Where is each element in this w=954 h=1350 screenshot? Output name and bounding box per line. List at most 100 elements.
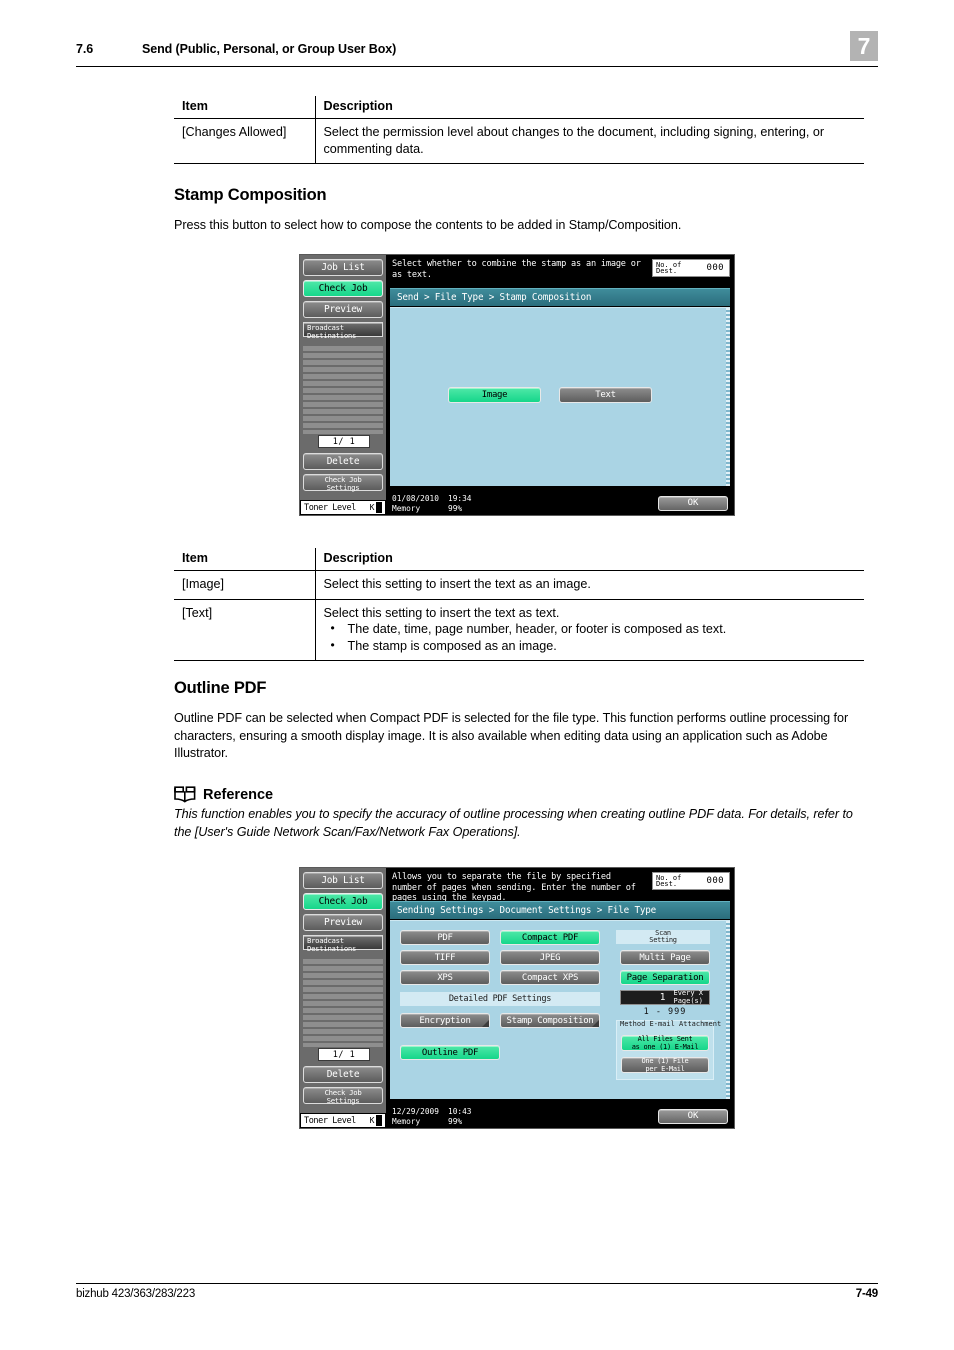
panel2-message-text: Allows you to separate the file by speci… [392,872,636,903]
panel2-multi-page-button[interactable]: Multi Page [620,950,710,965]
table2-header-description: Description [315,548,864,571]
footer-divider [76,1283,878,1284]
table1-row0-description: Select the permission level about change… [315,118,864,164]
table2-row1-description-cell: Select this setting to insert the text a… [315,599,864,661]
footer-page-number: 7-49 [855,1288,878,1300]
panel1-message-text: Select whether to combine the stamp as a… [392,259,641,280]
panel1-destination-list[interactable] [303,346,383,434]
table2-row1-bullets: The date, time, page number, header, or … [324,620,865,655]
panel2-xps-button[interactable]: XPS [400,970,490,985]
panel1-dest-value: 000 [706,263,724,273]
outline-pdf-section: Outline PDF [174,679,864,698]
table-row: [Text] Select this setting to insert the… [174,599,864,661]
panel2-toner-label: Toner Level [304,1115,356,1126]
panel2-status-time: 10:43 [448,1107,472,1116]
panel2-outline-pdf-button[interactable]: Outline PDF [400,1045,500,1060]
panel2-toner-bar [376,1115,382,1126]
table-image-text: Item Description [Image] Select this set… [174,548,864,661]
panel2-job-list-button[interactable]: Job List [303,872,383,889]
panel2-check-job-button[interactable]: Check Job [303,893,383,910]
table2-row0-description: Select this setting to insert the text a… [315,570,864,600]
list-item: The stamp is composed as an image. [324,637,865,655]
panel1-toner-bar [376,502,382,513]
page-header: 7.6 Send (Public, Personal, or Group Use… [76,31,878,72]
panel2-page-indicator: 1/ 1 [318,1048,370,1061]
panel1-screen-area: Image Text [390,307,730,486]
table1-wrapper: Item Description [Changes Allowed] Selec… [174,96,864,164]
panel2-scan-setting-label: Scan Setting [616,929,710,944]
reference-heading: Reference [174,786,864,803]
panel2-compact-pdf-button[interactable]: Compact PDF [500,930,600,945]
stamp-composition-paragraph: Press this button to select how to compo… [174,218,682,232]
panel2-one-file-per-email-button[interactable]: One (1) File per E-Mail [621,1057,709,1073]
stamp-composition-paragraph-wrapper: Press this button to select how to compo… [174,217,864,235]
reference-text: This function enables you to specify the… [174,807,853,839]
panel1-ok-button[interactable]: OK [658,496,728,511]
panel1-dest-label: No. of Dest. [656,261,681,275]
table1-row0-item: [Changes Allowed] [174,118,316,164]
panel1-broadcast-line2: Destinations [307,331,357,340]
table1-header-description: Description [315,96,864,119]
list-item: The date, time, page number, header, or … [324,620,865,638]
panel2-scan-setting-line2: Setting [649,936,677,944]
outline-pdf-paragraph-wrapper: Outline PDF can be selected when Compact… [174,710,864,763]
panel1-delete-button[interactable]: Delete [303,453,383,470]
panel2-one-file-line1: One (1) File [641,1057,689,1065]
panel2-dest-label: No. of Dest. [656,874,681,888]
panel1-text-button[interactable]: Text [559,387,652,403]
panel2-ok-button[interactable]: OK [658,1109,728,1124]
panel1-sidebar: Job List Check Job Preview Broadcast Des… [300,255,386,515]
panel2-broadcast-destinations-button[interactable]: Broadcast Destinations [303,935,383,953]
panel1-status-time: 19:34 [448,494,472,503]
panel1-cjs-line2: Settings [326,483,360,492]
panel2-all-files-one-email-button[interactable]: All Files Sent as one (1) E-Mail [621,1035,709,1051]
panel2-memory-value: 99% [448,1117,463,1126]
panel2-dest-value: 000 [706,876,724,886]
panel2-all-files-line1: All Files Sent [637,1035,693,1043]
table2-wrapper: Item Description [Image] Select this set… [174,548,864,661]
panel2-page-count-label-line2: Page(s) [673,996,703,1005]
panel2-email-group-label: Method E-mail Attachment [620,1020,721,1029]
panel1-broadcast-destinations-button[interactable]: Broadcast Destinations [303,322,383,340]
footer-product: bizhub 423/363/283/223 [76,1288,196,1300]
panel1-page-indicator: 1/ 1 [318,435,370,448]
mfp-panel-stamp-composition: Job List Check Job Preview Broadcast Des… [299,254,735,516]
header-section-number: 7.6 [76,42,94,56]
stamp-composition-section: Stamp Composition [174,186,864,205]
table-row: [Changes Allowed] Select the permission … [174,118,864,164]
panel2-one-file-line2: per E-Mail [645,1065,685,1073]
panel2-compact-xps-button[interactable]: Compact XPS [500,970,600,985]
panel2-encryption-button[interactable]: Encryption [400,1013,490,1028]
panel2-delete-button[interactable]: Delete [303,1066,383,1083]
panel2-page-count-label: Every X Page(s) [673,989,703,1005]
panel2-pdf-button[interactable]: PDF [400,930,490,945]
panel2-page-separation-button[interactable]: Page Separation [620,970,710,985]
panel2-destination-list[interactable] [303,959,383,1047]
panel1-job-list-button[interactable]: Job List [303,259,383,276]
panel2-destination-count: No. of Dest. 000 [652,872,730,890]
panel2-preview-button[interactable]: Preview [303,914,383,931]
panel2-memory-label: Memory [392,1117,421,1126]
panel1-dest-label-line2: Dest. [656,267,678,275]
panel1-preview-button[interactable]: Preview [303,301,383,318]
panel2-page-count-value: 1 [659,992,666,1003]
table2-row1-description: Select this setting to insert the text a… [323,605,560,620]
table-changes-allowed: Item Description [Changes Allowed] Selec… [174,96,864,164]
page-title-stamp-composition: Stamp Composition [174,186,327,204]
header-divider [76,66,878,67]
panel2-toner-color: K [369,1115,375,1125]
panel1-check-job-button[interactable]: Check Job [303,280,383,297]
panel1-check-job-settings-button[interactable]: Check Job Settings [303,474,383,492]
panel1-status-date: 01/08/2010 [392,494,439,503]
panel2-check-job-settings-button[interactable]: Check Job Settings [303,1087,383,1105]
table2-row0-item: [Image] [174,570,316,600]
panel1-breadcrumb: Send > File Type > Stamp Composition [390,288,730,306]
table2-row1-item: [Text] [174,599,316,661]
panel2-page-count-field[interactable]: 1 Every X Page(s) [620,989,710,1005]
panel2-stamp-composition-button[interactable]: Stamp Composition [500,1013,600,1028]
panel2-tiff-button[interactable]: TIFF [400,950,490,965]
panel1-image-button[interactable]: Image [448,387,541,403]
panel2-jpeg-button[interactable]: JPEG [500,950,600,965]
panel1-memory-label: Memory [392,504,421,513]
table-row: [Image] Select this setting to insert th… [174,570,864,600]
